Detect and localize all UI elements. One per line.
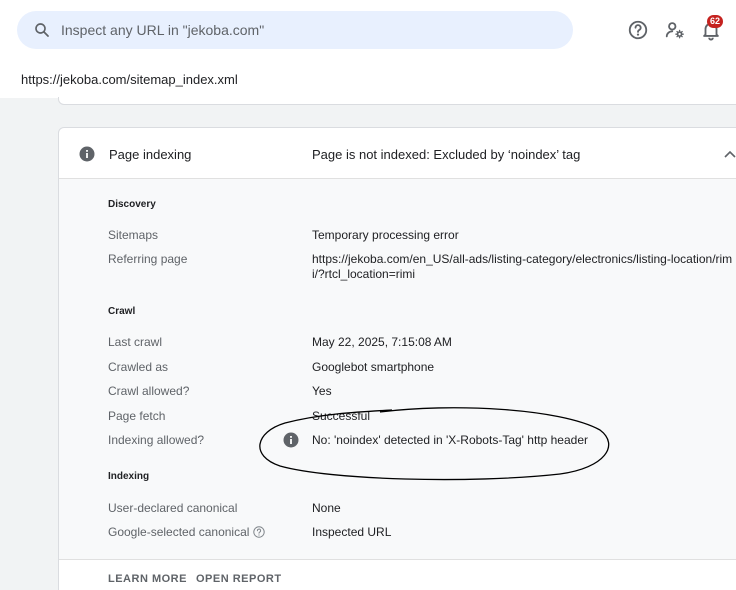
help-icon[interactable] <box>627 19 649 41</box>
crawled-as-label: Crawled as <box>108 360 169 374</box>
google-canonical-label-row: Google-selected canonical <box>108 525 266 539</box>
crawl-allowed-label: Crawl allowed? <box>108 384 190 398</box>
info-icon <box>283 432 299 448</box>
user-canonical-value: None <box>312 501 341 515</box>
notification-badge: 62 <box>707 15 724 28</box>
open-report-button[interactable]: OPEN REPORT <box>196 573 282 585</box>
crawl-heading: Crawl <box>108 306 136 317</box>
learn-more-button[interactable]: LEARN MORE <box>108 573 187 585</box>
top-bar: 62 <box>0 0 736 62</box>
last-crawl-label: Last crawl <box>108 335 163 349</box>
previous-card-edge <box>58 97 736 105</box>
help-circle-icon[interactable] <box>253 526 266 538</box>
user-canonical-label: User-declared canonical <box>108 501 238 515</box>
discovery-heading: Discovery <box>108 199 156 210</box>
indexing-status: Page is not indexed: Excluded by ‘noinde… <box>312 147 581 162</box>
crawled-as-value: Googlebot smartphone <box>312 360 435 374</box>
crawl-allowed-value: Yes <box>312 384 332 398</box>
page-indexing-header[interactable]: Page indexing Page is not indexed: Exclu… <box>59 128 736 179</box>
inspected-url-bar: https://jekoba.com/sitemap_index.xml <box>0 62 736 98</box>
chevron-up-icon[interactable] <box>723 148 736 160</box>
referring-page-line1[interactable]: https://jekoba.com/en_US/all-ads/listing… <box>312 252 736 267</box>
referring-page-line2[interactable]: i/?rtcl_location=rimi <box>312 267 736 282</box>
indexing-allowed-label: Indexing allowed? <box>108 433 205 447</box>
search-input[interactable] <box>61 11 561 49</box>
inspected-url: https://jekoba.com/sitemap_index.xml <box>21 72 238 87</box>
manage-accounts-icon[interactable] <box>664 19 686 41</box>
sitemaps-label: Sitemaps <box>108 228 159 242</box>
card-actions: LEARN MORE OPEN REPORT <box>59 559 736 590</box>
url-inspection-search[interactable] <box>17 11 573 49</box>
search-icon <box>35 23 49 37</box>
page-fetch-value: Successful <box>312 409 371 423</box>
page-indexing-card: Page indexing Page is not indexed: Exclu… <box>58 127 736 590</box>
referring-page-label: Referring page <box>108 252 188 266</box>
section-title: Page indexing <box>109 147 192 162</box>
sitemaps-value: Temporary processing error <box>312 228 459 242</box>
indexing-heading: Indexing <box>108 471 150 482</box>
google-canonical-value: Inspected URL <box>312 525 392 539</box>
indexing-details: Discovery Sitemaps Temporary processing … <box>59 179 736 559</box>
google-canonical-label: Google-selected canonical <box>108 525 250 539</box>
indexing-allowed-value: No: 'noindex' detected in 'X-Robots-Tag'… <box>312 433 588 447</box>
last-crawl-value: May 22, 2025, 7:15:08 AM <box>312 335 452 349</box>
page-fetch-label: Page fetch <box>108 409 166 423</box>
info-icon <box>79 146 95 162</box>
